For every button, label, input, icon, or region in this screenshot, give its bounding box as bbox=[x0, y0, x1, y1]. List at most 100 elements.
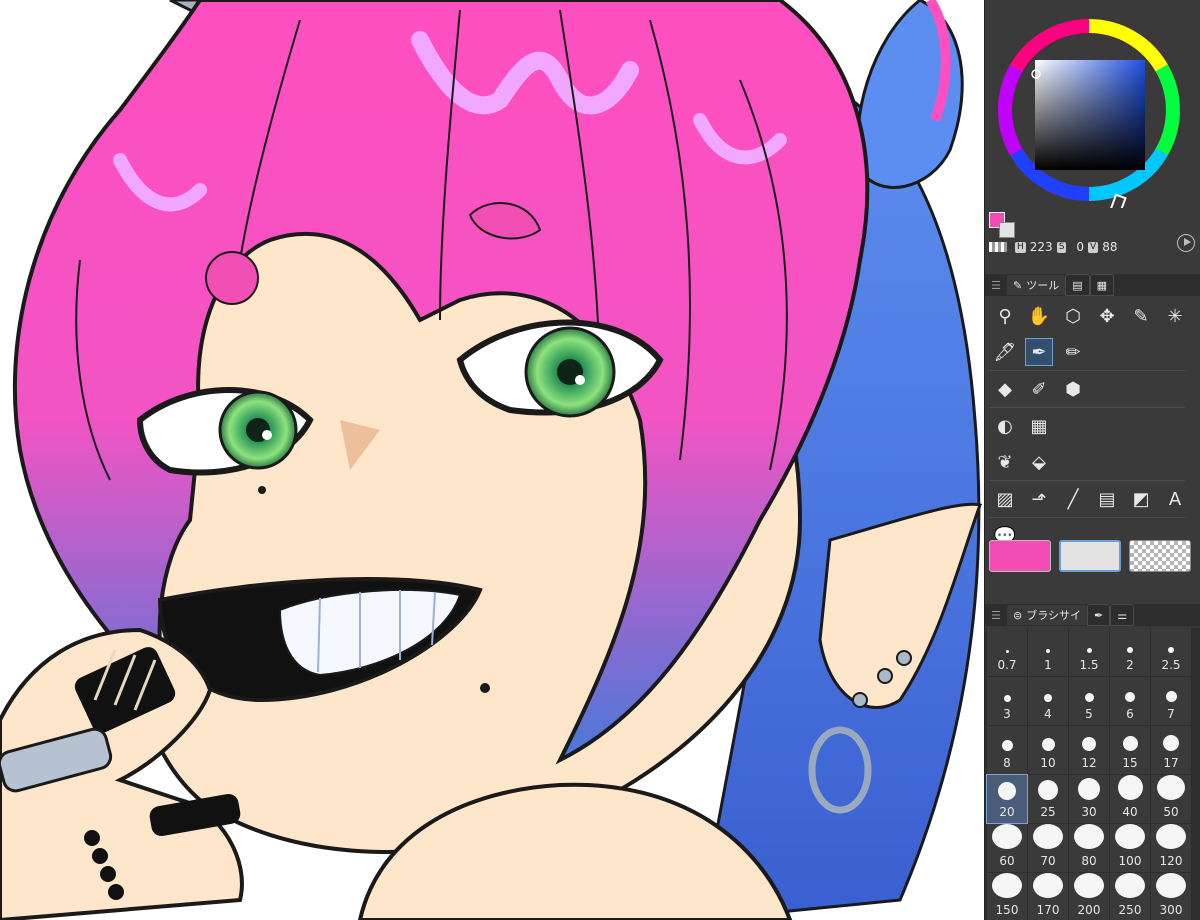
brush-size-dot bbox=[1033, 824, 1063, 849]
brush-size-cell[interactable]: 15 bbox=[1110, 726, 1150, 774]
brush-size-dot bbox=[992, 824, 1022, 849]
layers-icon: ▤ bbox=[1072, 278, 1083, 292]
brush-size-label: 70 bbox=[1040, 854, 1056, 868]
brush-size-cell[interactable]: 7 bbox=[1151, 677, 1191, 725]
brush-size-cell[interactable]: 200 bbox=[1069, 873, 1109, 920]
bucket-icon[interactable]: ⬙ bbox=[1025, 448, 1053, 476]
transparent-swatch[interactable] bbox=[1129, 540, 1191, 572]
eraser-icon[interactable]: ◆ bbox=[991, 375, 1019, 403]
brush-size-dot bbox=[1122, 736, 1138, 751]
tab-brush-2[interactable]: ✒ bbox=[1087, 604, 1111, 626]
text-icon[interactable]: A bbox=[1161, 485, 1189, 513]
brush-size-label: 150 bbox=[995, 903, 1019, 917]
brush-size-cell[interactable]: 40 bbox=[1110, 775, 1150, 823]
figure-icon[interactable]: ◩ bbox=[1127, 485, 1155, 513]
brush-size-dot bbox=[1115, 873, 1145, 898]
brush-size-cell[interactable]: 25 bbox=[1028, 775, 1068, 823]
brush-size-dot bbox=[992, 873, 1022, 898]
brush-size-label: 100 bbox=[1118, 854, 1142, 868]
tab-sub-tool[interactable]: ▤ bbox=[1065, 274, 1090, 296]
tool-row: ◆ ✐ ⬢ bbox=[985, 371, 1189, 407]
brush-size-cell[interactable]: 6 bbox=[1110, 677, 1150, 725]
zoom-icon[interactable]: ⚲ bbox=[991, 302, 1019, 330]
drawing-canvas[interactable] bbox=[0, 0, 984, 920]
brush-size-dot bbox=[1074, 873, 1104, 898]
brush-size-cell[interactable]: 80 bbox=[1069, 824, 1109, 872]
brush-size-dot bbox=[1046, 649, 1050, 653]
brush-size-label: 2.5 bbox=[1161, 658, 1181, 672]
brush-size-cell[interactable]: 5 bbox=[1069, 677, 1109, 725]
blend-icon[interactable]: ✐ bbox=[1025, 375, 1053, 403]
brush-size-cell[interactable]: 3 bbox=[987, 677, 1027, 725]
brush-size-dot bbox=[1003, 695, 1011, 702]
h-label: H bbox=[1015, 241, 1026, 253]
pen-icon[interactable]: ✒ bbox=[1025, 338, 1053, 366]
frame-border-icon[interactable]: ▦ bbox=[1025, 412, 1053, 440]
brush-size-label: 7 bbox=[1167, 707, 1175, 721]
brush-size-cell[interactable]: 20 bbox=[986, 774, 1028, 824]
play-icon[interactable] bbox=[1177, 234, 1195, 252]
tab-brush-size[interactable]: ⊜ ブラシサイ bbox=[1007, 605, 1087, 625]
brush-size-cell[interactable]: 120 bbox=[1151, 824, 1191, 872]
brush-size-icon: ⊜ bbox=[1013, 608, 1023, 622]
brush-size-cell[interactable]: 17 bbox=[1151, 726, 1191, 774]
brush-size-label: 40 bbox=[1122, 805, 1138, 819]
hsv-readout: H 223 S 0 V 88 bbox=[1015, 240, 1118, 254]
object-3d-icon[interactable]: ⬡ bbox=[1059, 302, 1087, 330]
brush-size-label: 30 bbox=[1081, 805, 1097, 819]
tool-row: ❦ ⬙ bbox=[985, 444, 1189, 480]
tab-tool[interactable]: ✎ ツール bbox=[1007, 275, 1066, 295]
transparent-chip[interactable] bbox=[989, 242, 1007, 252]
fill-icon[interactable]: ⬢ bbox=[1059, 375, 1087, 403]
sub-color-swatch[interactable] bbox=[1059, 540, 1121, 572]
brush-size-cell[interactable]: 2.5 bbox=[1151, 628, 1191, 676]
brush-size-cell[interactable]: 100 bbox=[1110, 824, 1150, 872]
brush-size-cell[interactable]: 10 bbox=[1028, 726, 1068, 774]
ruler-icon[interactable]: ▤ bbox=[1093, 485, 1121, 513]
gradient-decor-icon[interactable]: ◐ bbox=[991, 412, 1019, 440]
brush-size-dot bbox=[1086, 648, 1092, 653]
brush-size-cell[interactable]: 1 bbox=[1028, 628, 1068, 676]
eyedropper-icon[interactable]: 🖋 bbox=[991, 338, 1019, 366]
brush-size-cell[interactable]: 60 bbox=[987, 824, 1027, 872]
brush-size-cell[interactable]: 150 bbox=[987, 873, 1027, 920]
brush-size-cell[interactable]: 250 bbox=[1110, 873, 1150, 920]
main-color-swatch[interactable] bbox=[989, 540, 1051, 572]
brush-size-dot bbox=[1115, 824, 1145, 849]
brush-size-cell[interactable]: 12 bbox=[1069, 726, 1109, 774]
decoration-icon[interactable]: ❦ bbox=[991, 448, 1019, 476]
slider-icon: ⚌ bbox=[1117, 608, 1128, 622]
line-icon[interactable]: ╱ bbox=[1059, 485, 1087, 513]
lasso-select-icon[interactable]: ✎ bbox=[1127, 302, 1155, 330]
brush-size-label: 300 bbox=[1159, 903, 1183, 917]
brush-size-cell[interactable]: 170 bbox=[1028, 873, 1068, 920]
tool-row: ◐ ▦ bbox=[985, 408, 1189, 444]
move-icon[interactable]: ✥ bbox=[1093, 302, 1121, 330]
sub-color-chip[interactable] bbox=[999, 222, 1015, 238]
brush-size-cell[interactable]: 1.5 bbox=[1069, 628, 1109, 676]
brush-size-dot bbox=[1156, 824, 1186, 849]
brush-size-cell[interactable]: 70 bbox=[1028, 824, 1068, 872]
pencil-icon[interactable]: ✏ bbox=[1059, 338, 1087, 366]
brush-size-label: 1.5 bbox=[1079, 658, 1099, 672]
auto-select-icon[interactable]: ✳ bbox=[1161, 302, 1189, 330]
gradient-icon[interactable]: ▨ bbox=[991, 485, 1019, 513]
tab-brush-3[interactable]: ⚌ bbox=[1110, 604, 1135, 626]
tab-tool-property[interactable]: ▦ bbox=[1089, 274, 1115, 296]
brush-size-cell[interactable]: 2 bbox=[1110, 628, 1150, 676]
brush-size-cell[interactable]: 8 bbox=[987, 726, 1027, 774]
brush-size-cell[interactable]: 4 bbox=[1028, 677, 1068, 725]
color-wheel[interactable] bbox=[985, 0, 1200, 215]
brush-size-dot bbox=[1033, 873, 1063, 898]
brush-size-cell[interactable]: 300 bbox=[1151, 873, 1191, 920]
menu-handle-icon[interactable]: ☰ bbox=[985, 279, 1007, 292]
brush-size-dot bbox=[1125, 692, 1135, 702]
menu-handle-icon[interactable]: ☰ bbox=[985, 609, 1007, 622]
brush-size-cell[interactable]: 0.7 bbox=[987, 628, 1027, 676]
brush-size-cell[interactable]: 50 bbox=[1151, 775, 1191, 823]
hand-icon[interactable]: ✋ bbox=[1025, 302, 1053, 330]
brush-size-cell[interactable]: 30 bbox=[1069, 775, 1109, 823]
brush-size-grid: 0.7 1 1.5 2 2.5 3 4 5 6 7 8 10 12 15 17 20 25 30 40 50 60 70 8… bbox=[985, 628, 1200, 920]
brush-size-dot bbox=[1156, 873, 1186, 898]
operation-icon[interactable]: ⬏ bbox=[1025, 485, 1053, 513]
